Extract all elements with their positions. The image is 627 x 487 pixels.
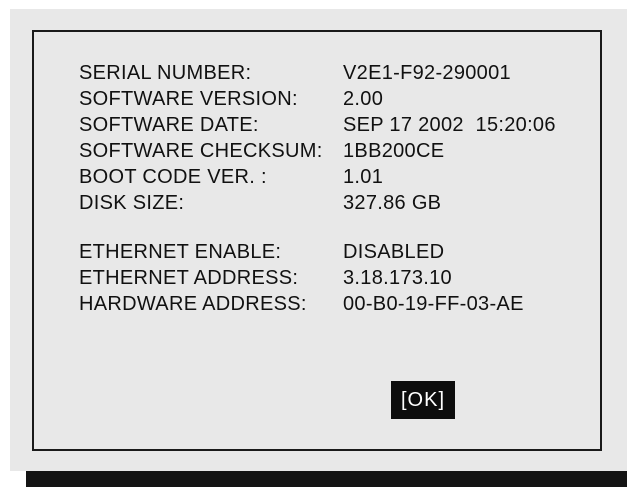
ethernet-address-label: ETHERNET ADDRESS: xyxy=(79,266,299,289)
dialog-frame: SERIAL NUMBER: V2E1-F92-290001 SOFTWARE … xyxy=(32,30,602,451)
hardware-address-value: 00-B0-19-FF-03-AE xyxy=(343,292,524,315)
info-row-software-date: SOFTWARE DATE: SEP 17 2002 15:20:06 xyxy=(79,112,556,138)
disk-size-value: 327.86 GB xyxy=(343,191,442,214)
system-info-list: SERIAL NUMBER: V2E1-F92-290001 SOFTWARE … xyxy=(79,60,556,317)
software-version-label: SOFTWARE VERSION: xyxy=(79,87,298,110)
software-date-label: SOFTWARE DATE: xyxy=(79,113,259,136)
ok-button[interactable]: [OK] xyxy=(391,381,455,419)
system-info-dialog: SERIAL NUMBER: V2E1-F92-290001 SOFTWARE … xyxy=(10,9,627,471)
info-row-ethernet-address: ETHERNET ADDRESS: 3.18.173.10 xyxy=(79,265,556,291)
info-row-software-checksum: SOFTWARE CHECKSUM: 1BB200CE xyxy=(79,138,556,164)
screen: SERIAL NUMBER: V2E1-F92-290001 SOFTWARE … xyxy=(0,0,627,487)
ethernet-address-value: 3.18.173.10 xyxy=(343,266,452,289)
info-row-serial-number: SERIAL NUMBER: V2E1-F92-290001 xyxy=(79,60,556,86)
ethernet-enable-value: DISABLED xyxy=(343,240,445,263)
hardware-address-label: HARDWARE ADDRESS: xyxy=(79,292,307,315)
software-checksum-value: 1BB200CE xyxy=(343,139,445,162)
info-row-hardware-address: HARDWARE ADDRESS: 00-B0-19-FF-03-AE xyxy=(79,291,556,317)
software-date-value: SEP 17 2002 15:20:06 xyxy=(343,113,556,136)
panel-shadow xyxy=(26,471,627,487)
software-version-value: 2.00 xyxy=(343,87,384,110)
boot-code-version-value: 1.01 xyxy=(343,165,384,188)
disk-size-label: DISK SIZE: xyxy=(79,191,185,214)
software-checksum-label: SOFTWARE CHECKSUM: xyxy=(79,139,323,162)
boot-code-version-label: BOOT CODE VER. : xyxy=(79,165,267,188)
serial-number-label: SERIAL NUMBER: xyxy=(79,61,252,84)
info-row-ethernet-enable: ETHERNET ENABLE: DISABLED xyxy=(79,239,556,265)
info-row-boot-code-version: BOOT CODE VER. : 1.01 xyxy=(79,164,556,190)
info-row-software-version: SOFTWARE VERSION: 2.00 xyxy=(79,86,556,112)
ethernet-enable-label: ETHERNET ENABLE: xyxy=(79,240,282,263)
info-row-disk-size: DISK SIZE: 327.86 GB xyxy=(79,190,556,216)
serial-number-value: V2E1-F92-290001 xyxy=(343,61,511,84)
